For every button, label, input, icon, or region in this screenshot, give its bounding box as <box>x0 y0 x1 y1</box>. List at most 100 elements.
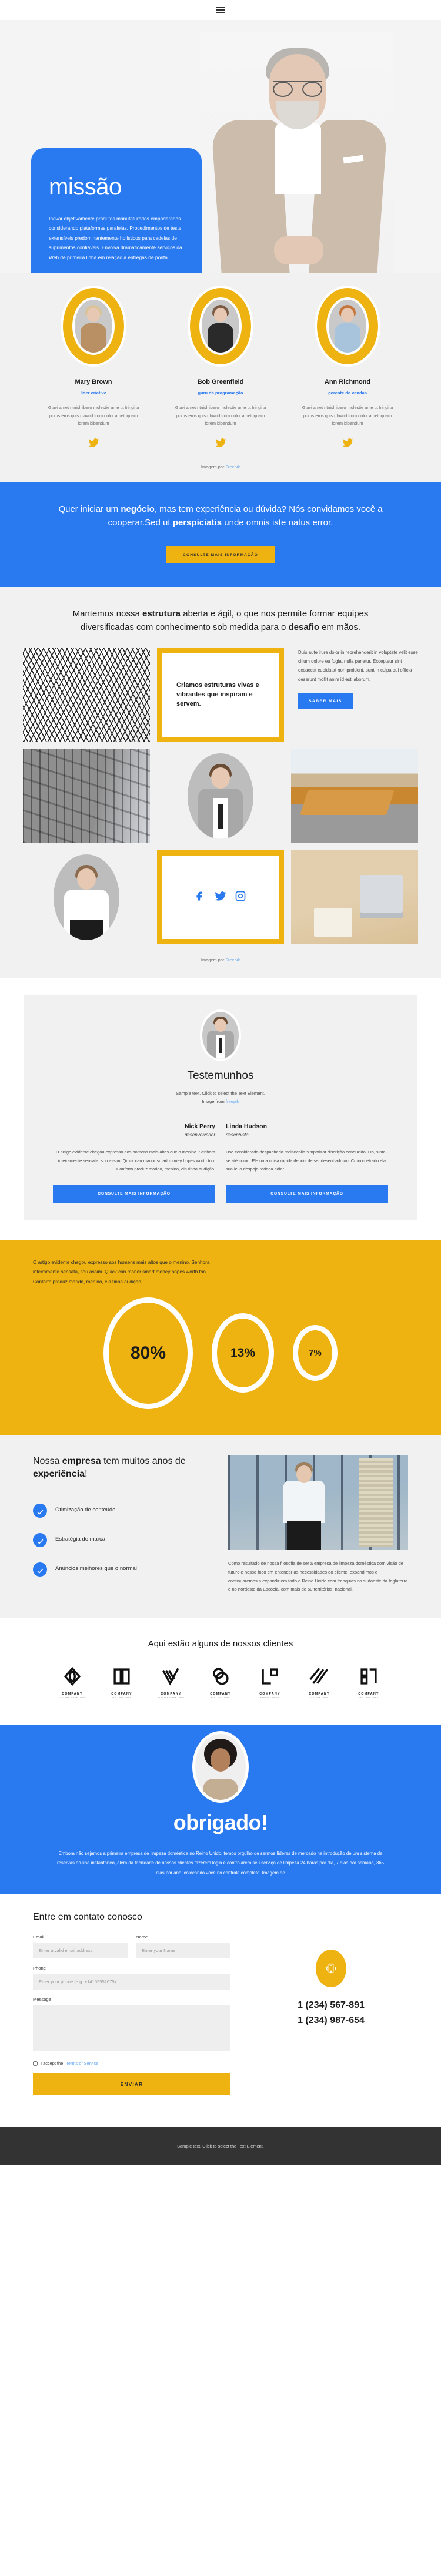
hamburger-bar <box>216 7 225 8</box>
team-member-role: guru da programação <box>198 390 243 395</box>
client-name: COMPANY <box>62 1692 83 1696</box>
twitter-icon[interactable] <box>215 890 226 905</box>
client-logo[interactable]: COMPANY TAGLINE HERE <box>202 1666 239 1699</box>
team-credit-prefix: Imagem por <box>201 464 226 470</box>
photo-pants <box>70 920 103 941</box>
contact-phone-column: 1 (234) 567-891 1 (234) 987-654 <box>254 1934 408 2095</box>
learn-more-button[interactable]: SABER MAIS <box>298 693 353 709</box>
logo-check-lines-icon <box>161 1668 181 1689</box>
page-title: missão <box>49 174 122 200</box>
testimonial-cards-row: Nick Perry desenvolvedor O artigo eviden… <box>24 1123 417 1203</box>
footer: Sample text. Click to select the Text El… <box>0 2127 441 2166</box>
cta-bold-2: perspiciatis <box>172 518 222 528</box>
testimonial-more-info-button[interactable]: CONSULTE MAIS INFORMAÇÃO <box>53 1184 215 1203</box>
testimonials-title: Testemunhos <box>187 1069 254 1082</box>
phone-number-primary[interactable]: 1 (234) 567-891 <box>254 1998 408 2013</box>
logo-book-icon <box>112 1668 132 1689</box>
contact-body: Email Name Phone Message <box>33 1934 408 2096</box>
client-name: COMPANY <box>259 1692 280 1696</box>
message-label: Message <box>33 1997 51 2003</box>
hamburger-menu-icon[interactable] <box>216 6 225 14</box>
freepik-link[interactable]: freepik <box>226 1099 239 1104</box>
phone-number-secondary[interactable]: 1 (234) 987-654 <box>254 2013 408 2028</box>
facebook-icon[interactable] <box>195 890 206 905</box>
check-icon <box>33 1533 47 1548</box>
testimonial-name: Nick Perry <box>185 1123 215 1131</box>
logo-slashes-icon <box>309 1668 329 1689</box>
freepik-link[interactable]: Freepik <box>225 957 240 962</box>
terms-checkbox[interactable] <box>33 2061 38 2066</box>
client-logo[interactable]: COMPANY TAGLINE HERE <box>252 1666 288 1699</box>
stat-circle: 80% <box>103 1297 193 1409</box>
testimonials-section: Testemunhos Sample text. Click to select… <box>24 995 417 1220</box>
stats-circles: 80% 13% 7% <box>33 1297 408 1409</box>
feature-item: Otimização de conteúdo <box>33 1504 209 1518</box>
message-textarea[interactable] <box>33 2005 230 2051</box>
twitter-icon[interactable] <box>292 437 403 451</box>
testimonial-name: Linda Hudson <box>226 1123 267 1131</box>
avatar-head <box>87 308 100 322</box>
team-member-role: gerente de vendas <box>328 390 367 395</box>
stat-circle: 7% <box>293 1325 338 1381</box>
pointing-man-image <box>157 749 284 844</box>
structure-head-bold-2: desafio <box>288 622 319 632</box>
experience-section: Nossa empresa tem muitos anos de experiê… <box>0 1434 441 1618</box>
contact-section: Entre em contato conosco Email Name Phon… <box>0 1894 441 2128</box>
twitter-icon[interactable] <box>165 437 276 451</box>
client-logo[interactable]: COMPANY TAGLINE GOES HERE <box>54 1666 91 1699</box>
logo-squares-icon <box>260 1668 280 1689</box>
social-links-frame <box>157 850 284 945</box>
testimonials-subtitle: Sample text. Click to select the Text El… <box>24 1089 417 1105</box>
testimonial-more-info-button[interactable]: CONSULTE MAIS INFORMAÇÃO <box>226 1184 388 1203</box>
team-row: Mary Brown líder criativo Glavi amet rit… <box>0 288 441 451</box>
testimonial-quote: Uso considerado despachado melancolia si… <box>226 1149 387 1172</box>
client-name: COMPANY <box>309 1692 330 1696</box>
photo-skyscraper <box>359 1458 393 1547</box>
hero-photo <box>200 32 394 273</box>
name-input[interactable] <box>136 1943 230 1959</box>
email-input[interactable] <box>33 1943 128 1959</box>
avatar-ring <box>317 288 378 364</box>
client-logo[interactable]: COMPANY TAGLINE HERE <box>301 1666 338 1699</box>
structure-section: Mantemos nossa estrutura aberta e ágil, … <box>0 586 441 978</box>
client-name: COMPANY <box>358 1692 379 1696</box>
avatar <box>329 300 366 353</box>
testimonials-avatar <box>202 1012 239 1059</box>
hamburger-bar <box>216 12 225 13</box>
team-member-role: líder criativo <box>80 390 107 395</box>
cta-headline: Quer iniciar um negócio, mas tem experiê… <box>41 502 400 530</box>
thanks-title: obrigado! <box>173 1810 268 1835</box>
structure-head-1: Mantemos nossa <box>72 608 142 619</box>
submit-button[interactable]: ENVIAR <box>33 2073 230 2096</box>
twitter-icon[interactable] <box>38 437 149 451</box>
structure-grid-row-2 <box>0 749 441 844</box>
clients-section: Aqui estão alguns de nossos clientes COM… <box>0 1618 441 1725</box>
client-logo[interactable]: COMPANY TAG LINE HERE <box>350 1666 387 1699</box>
check-icon <box>33 1562 47 1577</box>
freepik-link[interactable]: Freepik <box>225 464 240 469</box>
client-logo[interactable]: COMPANY TAGLINE GOES HERE <box>153 1666 189 1699</box>
building-facade-image <box>23 749 150 844</box>
avatar-body <box>203 1779 238 1800</box>
team-member: Mary Brown líder criativo Glavi amet rit… <box>38 288 149 451</box>
check-icon <box>33 1504 47 1518</box>
avatar-face <box>211 1748 230 1772</box>
stat-circle: 13% <box>212 1313 274 1393</box>
name-field-group: Name <box>136 1934 230 1959</box>
clients-title: Aqui estão alguns de nossos clientes <box>148 1639 293 1649</box>
cta-more-info-button[interactable]: CONSULTE MAIS INFORMAÇÃO <box>166 546 275 564</box>
feature-item: Anúncios melhores que o normal <box>33 1562 209 1577</box>
client-tagline: TAGLINE HERE <box>211 1696 230 1699</box>
thanks-avatar <box>195 1734 246 1800</box>
team-member-name: Bob Greenfield <box>197 378 244 385</box>
phone-input[interactable] <box>33 1974 230 1990</box>
structure-grid-row-1: Criamos estruturas vivas e vibrantes que… <box>0 648 441 743</box>
hero-hands <box>274 236 323 264</box>
boardroom-meeting-image <box>291 749 418 844</box>
client-logo[interactable]: COMPANY TAG LINE HERE <box>103 1666 140 1699</box>
architecture-image <box>23 648 150 743</box>
avatar <box>202 300 239 353</box>
terms-of-service-link[interactable]: Terms of Service <box>66 2061 98 2066</box>
instagram-icon[interactable] <box>235 890 246 905</box>
hero-shirt <box>275 123 321 194</box>
